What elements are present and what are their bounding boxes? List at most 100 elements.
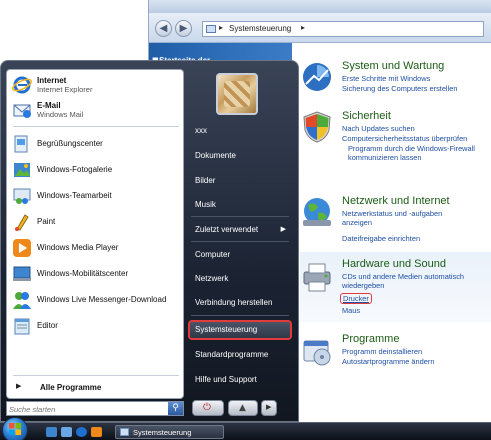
separator <box>191 315 289 316</box>
pinned-email[interactable]: E-Mail Windows Mail <box>10 98 182 122</box>
photo-gallery-icon <box>14 163 30 177</box>
category-link[interactable]: Programm durch die Windows-Firewall komm… <box>348 144 484 162</box>
network-globe-icon[interactable] <box>300 195 334 229</box>
category-title[interactable]: System und Wartung <box>342 60 444 72</box>
right-item-network[interactable]: Netzwerk <box>188 269 292 289</box>
search-input[interactable] <box>9 403 164 415</box>
taskbar-window-label: Systemsteuerung <box>133 428 192 437</box>
mobility-center-icon <box>13 266 31 281</box>
program-label: Windows-Mobilitätscenter <box>37 269 129 278</box>
right-item-label: xxx <box>195 126 207 135</box>
right-item-label: Zuletzt verwendet <box>195 225 259 234</box>
program-messenger[interactable]: Windows Live Messenger-Download <box>10 288 182 312</box>
pinned-title: Internet <box>37 76 67 85</box>
user-avatar[interactable] <box>216 73 258 115</box>
address-field[interactable]: ▸ Systemsteuerung ▸ <box>202 21 484 37</box>
shield-icon[interactable] <box>300 110 334 144</box>
printer-icon[interactable] <box>300 260 334 294</box>
program-meeting-space[interactable]: Windows-Teamarbeit <box>10 184 182 208</box>
internet-explorer-icon[interactable] <box>76 427 87 437</box>
right-item-control-panel[interactable]: Systemsteuerung <box>188 320 292 340</box>
messenger-icon <box>13 292 31 309</box>
breadcrumb-control-panel[interactable]: Systemsteuerung <box>229 24 291 33</box>
category-title[interactable]: Hardware und Sound <box>342 258 446 270</box>
category-title[interactable]: Netzwerk und Internet <box>342 195 450 207</box>
right-item-label: Netzwerk <box>195 274 229 283</box>
program-label: Editor <box>37 321 58 330</box>
system-maintenance-icon[interactable] <box>300 60 334 94</box>
category-link[interactable]: Autostartprogramme ändern <box>342 357 434 366</box>
all-programs-label: Alle Programme <box>40 383 102 392</box>
start-button[interactable] <box>2 417 28 440</box>
category-link[interactable]: Programm deinstallieren <box>342 347 422 356</box>
program-label: Windows-Teamarbeit <box>37 191 112 200</box>
meeting-space-icon <box>13 188 31 204</box>
program-mobility-center[interactable]: Windows-Mobilitätscenter <box>10 262 182 286</box>
shutdown-options-button[interactable]: ▶ <box>261 400 277 416</box>
right-item-music[interactable]: Musik <box>188 195 292 215</box>
separator <box>191 241 289 242</box>
right-item-label: Systemsteuerung <box>195 325 258 334</box>
right-item-label: Computer <box>195 250 231 259</box>
back-button[interactable]: ◀ <box>155 20 172 37</box>
arrow-right-icon: ▶ <box>16 382 22 390</box>
category-link[interactable]: Maus <box>342 306 360 315</box>
program-media-player[interactable]: Windows Media Player <box>10 236 182 260</box>
right-item-recent[interactable]: Zuletzt verwendet ▶ <box>188 220 292 240</box>
right-item-computer[interactable]: Computer <box>188 245 292 265</box>
right-item-pictures[interactable]: Bilder <box>188 171 292 191</box>
show-desktop-icon[interactable] <box>46 427 57 437</box>
power-button[interactable]: ⏻ <box>192 400 224 416</box>
category-link[interactable]: Dateifreigabe einrichten <box>342 234 420 243</box>
category-link[interactable]: CDs und andere Medien automatisch wieder… <box>342 272 487 290</box>
separator <box>191 216 289 217</box>
right-item-help[interactable]: Hilfe und Support <box>188 370 292 390</box>
category-link[interactable]: Erste Schritte mit Windows <box>342 74 430 83</box>
right-item-label: Hilfe und Support <box>195 375 257 384</box>
forward-button[interactable]: ▶ <box>175 20 192 37</box>
start-menu: Internet Internet Explorer E-Mail Window… <box>0 60 299 422</box>
all-programs-button[interactable]: ▶ Alle Programme <box>10 379 182 397</box>
search-box[interactable]: ⚲ <box>6 401 184 416</box>
program-photo-gallery[interactable]: Windows-Fotogalerie <box>10 158 182 182</box>
program-paint[interactable]: Paint <box>10 210 182 234</box>
search-icon[interactable]: ⚲ <box>168 402 183 415</box>
category-link[interactable]: Nach Updates suchen <box>342 124 415 133</box>
lock-button[interactable]: ▲ <box>228 400 258 416</box>
category-link[interactable]: Netzwerkstatus und -aufgaben anzeigen <box>342 209 467 227</box>
right-item-connect[interactable]: Verbindung herstellen <box>188 293 292 313</box>
start-menu-programs-pane: Internet Internet Explorer E-Mail Window… <box>6 69 184 399</box>
breadcrumb-separator-icon[interactable]: ▸ <box>301 23 305 32</box>
program-label: Begrüßungscenter <box>37 139 103 148</box>
arrow-right-icon: ▶ <box>280 225 286 233</box>
category-title[interactable]: Programme <box>342 333 399 345</box>
program-label: Windows Live Messenger-Download <box>37 295 167 304</box>
category-link[interactable]: Sicherung des Computers erstellen <box>342 84 457 93</box>
right-item-documents[interactable]: Dokumente <box>188 146 292 166</box>
right-item-default-programs[interactable]: Standardprogramme <box>188 345 292 365</box>
pinned-internet[interactable]: Internet Internet Explorer <box>10 73 182 97</box>
media-player-icon[interactable] <box>91 427 102 437</box>
right-item-label: Musik <box>195 200 216 209</box>
separator <box>13 126 179 127</box>
printer-link[interactable]: Drucker <box>340 293 372 304</box>
category-title[interactable]: Sicherheit <box>342 110 391 122</box>
paint-icon <box>15 214 29 231</box>
programs-icon[interactable] <box>300 333 334 367</box>
breadcrumb-separator-icon[interactable]: ▸ <box>219 23 223 32</box>
notepad-icon <box>14 318 30 335</box>
mail-icon <box>13 104 31 118</box>
window-titlebar[interactable] <box>149 0 491 13</box>
program-welcome-center[interactable]: Begrüßungscenter <box>10 132 182 156</box>
lock-icon: ▲ <box>239 403 246 413</box>
right-item-label: Standardprogramme <box>195 350 269 359</box>
program-label: Windows-Fotogalerie <box>37 165 113 174</box>
switch-windows-icon[interactable] <box>61 427 72 437</box>
program-notepad[interactable]: Editor <box>10 314 182 338</box>
right-item-user[interactable]: xxx <box>188 121 292 141</box>
pinned-subtitle: Internet Explorer <box>37 85 93 94</box>
category-link[interactable]: Computersicherheitsstatus überprüfen <box>342 134 467 143</box>
internet-explorer-icon <box>12 76 32 94</box>
pinned-subtitle: Windows Mail <box>37 110 84 119</box>
taskbar-window-button[interactable]: Systemsteuerung <box>115 425 224 439</box>
